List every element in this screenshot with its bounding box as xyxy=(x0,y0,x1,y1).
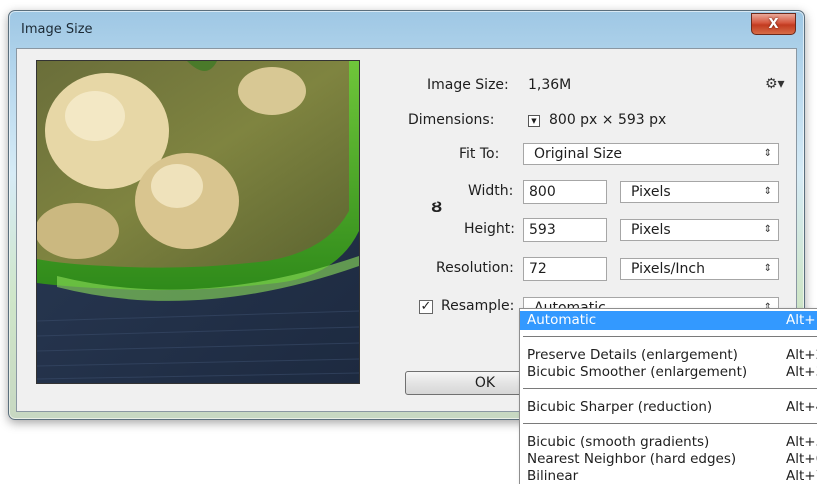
dimensions-label: Dimensions: xyxy=(408,112,495,128)
dropdown-item-nearest-neighbor[interactable]: Nearest Neighbor (hard edges) Alt+6 xyxy=(520,451,817,467)
resample-dropdown-list[interactable]: Automatic Alt+ Preserve Details (enlarge… xyxy=(519,308,817,484)
dropdown-item-shortcut: Alt+5 xyxy=(786,434,817,450)
dropdown-item-label: Automatic xyxy=(527,312,597,328)
dropdown-item-shortcut: Alt+2 xyxy=(786,347,817,363)
dropdown-item-bicubic[interactable]: Bicubic (smooth gradients) Alt+5 xyxy=(520,434,817,450)
resample-label: Resample: xyxy=(441,298,515,314)
dropdown-item-shortcut: Alt+7 xyxy=(786,468,817,484)
width-unit-value: Pixels xyxy=(631,184,671,200)
height-value: 593 xyxy=(529,222,556,238)
title-bar[interactable]: Image Size X xyxy=(9,11,804,47)
width-label: Width: xyxy=(468,183,514,199)
image-size-value: 1,36M xyxy=(528,77,572,93)
chevron-updown-icon: ⇕ xyxy=(763,148,772,159)
dropdown-item-label: Bilinear xyxy=(527,468,579,484)
dropdown-item-bilinear[interactable]: Bilinear Alt+7 xyxy=(520,468,817,484)
dropdown-item-label: Preserve Details (enlargement) xyxy=(527,347,738,363)
image-preview[interactable] xyxy=(36,60,360,384)
width-unit-select[interactable]: Pixels ⇕ xyxy=(620,181,779,203)
dropdown-item-automatic[interactable]: Automatic Alt+ xyxy=(520,311,817,330)
dropdown-item-bicubic-sharper[interactable]: Bicubic Sharper (reduction) Alt+4 xyxy=(520,399,817,415)
resample-checkbox[interactable]: ✓ xyxy=(419,300,433,314)
dropdown-item-label: Bicubic Sharper (reduction) xyxy=(527,399,713,415)
dropdown-item-shortcut: Alt+3 xyxy=(786,364,817,380)
width-input[interactable]: 800 xyxy=(523,180,607,204)
height-unit-select[interactable]: Pixels ⇕ xyxy=(620,219,779,241)
chevron-updown-icon: ⇕ xyxy=(763,263,772,274)
resolution-label: Resolution: xyxy=(436,260,514,276)
dropdown-item-shortcut: Alt+6 xyxy=(786,451,817,467)
height-label: Height: xyxy=(464,221,515,237)
height-input[interactable]: 593 xyxy=(523,218,607,242)
chevron-updown-icon: ⇕ xyxy=(763,186,772,197)
constrain-proportions-link-icon[interactable]: Ȣ xyxy=(431,200,442,216)
dropdown-item-shortcut: Alt+4 xyxy=(786,399,817,415)
image-size-label: Image Size: xyxy=(427,77,509,93)
dropdown-item-label: Bicubic Smoother (enlargement) xyxy=(527,364,748,380)
dropdown-divider xyxy=(523,423,817,424)
resolution-unit-select[interactable]: Pixels/Inch ⇕ xyxy=(620,258,779,280)
dropdown-item-label: Bicubic (smooth gradients) xyxy=(527,434,710,450)
fit-to-select[interactable]: Original Size ⇕ xyxy=(523,143,779,165)
resolution-unit-value: Pixels/Inch xyxy=(631,261,705,277)
fit-to-label: Fit To: xyxy=(459,146,500,162)
dimensions-unit-dropdown[interactable]: ▼ xyxy=(528,115,540,127)
width-value: 800 xyxy=(529,184,556,200)
resolution-value: 72 xyxy=(529,261,547,277)
dropdown-item-preserve-details[interactable]: Preserve Details (enlargement) Alt+2 xyxy=(520,347,817,363)
window-title: Image Size xyxy=(21,22,93,37)
close-button[interactable]: X xyxy=(751,13,796,35)
dropdown-item-shortcut: Alt+ xyxy=(786,312,816,328)
dimensions-value: 800 px × 593 px xyxy=(549,112,667,128)
chevron-updown-icon: ⇕ xyxy=(763,224,772,235)
preview-photo xyxy=(37,61,359,383)
gear-icon[interactable]: ⚙▾ xyxy=(765,76,785,92)
ok-button-label: OK xyxy=(474,375,496,391)
dropdown-divider xyxy=(523,388,817,389)
fit-to-value: Original Size xyxy=(534,146,622,162)
dropdown-item-label: Nearest Neighbor (hard edges) xyxy=(527,451,737,467)
height-unit-value: Pixels xyxy=(631,222,671,238)
dropdown-item-bicubic-smoother[interactable]: Bicubic Smoother (enlargement) Alt+3 xyxy=(520,364,817,380)
close-icon: X xyxy=(768,16,779,32)
dropdown-divider xyxy=(523,336,817,337)
resolution-input[interactable]: 72 xyxy=(523,257,607,281)
